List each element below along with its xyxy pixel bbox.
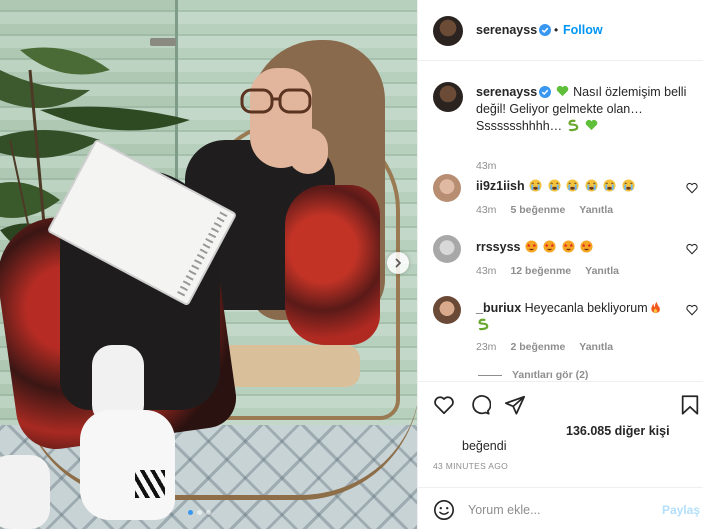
avatar[interactable] <box>433 82 463 112</box>
reply-button[interactable]: Yanıtla <box>579 341 613 353</box>
carousel-dot <box>197 510 202 515</box>
hand <box>288 128 328 174</box>
comment-time: 43m <box>476 265 497 277</box>
comment-meta: 43m 12 beğenme Yanıtla <box>476 265 619 277</box>
avatar[interactable] <box>433 235 461 263</box>
comment-text: _buriux Heyecanla bekliyorum <box>476 300 666 334</box>
separator: • <box>554 23 559 37</box>
carousel-dots <box>188 510 211 515</box>
instagram-post-modal: serenayss • Follow serenayss Nasıl özlem… <box>0 0 703 529</box>
avatar[interactable] <box>433 296 461 324</box>
white-sneaker-left <box>0 455 50 529</box>
carousel-dot-active <box>188 510 193 515</box>
comment-likes[interactable]: 5 beğenme <box>510 204 565 216</box>
comment-username[interactable]: rrssyss <box>476 240 521 254</box>
heart-icon[interactable] <box>686 182 698 194</box>
green-heart-icon <box>556 85 568 97</box>
comments-list[interactable]: serenayss Nasıl özlemişim belli değil! G… <box>418 62 703 380</box>
verified-badge-icon <box>539 86 552 98</box>
verified-badge-icon <box>539 24 552 36</box>
caption-time: 43m <box>476 160 497 172</box>
heart-icon[interactable] <box>686 243 698 255</box>
post-timestamp[interactable]: 43 MINUTES AGO <box>433 461 508 471</box>
star-struck-face-icon <box>580 240 593 253</box>
star-struck-face-icon <box>525 240 538 253</box>
comment-likes[interactable]: 12 beğenme <box>510 265 571 277</box>
comment-time: 23m <box>476 341 497 353</box>
comment-username[interactable]: ii9z1iish <box>476 179 525 193</box>
avatar[interactable] <box>433 16 463 46</box>
comment-body: Heyecanla bekliyorum <box>524 301 648 315</box>
snake-emoji-icon <box>568 119 578 132</box>
crying-face-icon <box>622 179 635 192</box>
view-replies-label[interactable]: Yanıtları gör (2) <box>512 369 588 380</box>
follow-button[interactable]: Follow <box>563 23 603 37</box>
crying-face-icon <box>585 179 598 192</box>
comment-likes[interactable]: 2 beğenme <box>510 341 565 353</box>
crying-face-icon <box>548 179 561 192</box>
comment-item: _buriux Heyecanla bekliyorum 23m 2 beğen… <box>433 296 698 358</box>
comment-item: ii9z1iish 43m 5 beğenme Yanıtla <box>433 174 698 236</box>
replies-divider <box>478 374 502 376</box>
comment-meta: 23m 2 beğenme Yanıtla <box>476 341 613 353</box>
crying-face-icon <box>529 179 542 192</box>
post-actions: 136.085 diğer kişi beğendi 43 MINUTES AG… <box>418 381 703 529</box>
glasses <box>240 88 312 114</box>
green-heart-icon <box>585 119 598 131</box>
caption-username[interactable]: serenayss <box>476 85 537 99</box>
smiley-icon[interactable] <box>433 499 455 521</box>
comment-text: ii9z1iish <box>476 178 666 195</box>
white-sneaker <box>80 410 175 520</box>
post-photo[interactable] <box>0 0 417 529</box>
view-replies-button[interactable]: Yanıtları gör (2) <box>478 369 588 380</box>
crying-face-icon <box>603 179 616 192</box>
avatar[interactable] <box>433 174 461 202</box>
comment-time: 43m <box>476 204 497 216</box>
post-comment-button[interactable]: Paylaş <box>662 503 700 517</box>
chevron-right-icon <box>395 258 402 268</box>
star-struck-face-icon <box>543 240 557 253</box>
carousel-next-button[interactable] <box>387 252 409 274</box>
liked-label: beğendi <box>462 439 507 453</box>
share-icon[interactable] <box>504 394 526 416</box>
red-patterned-sleeve <box>285 185 380 345</box>
comment-text: rrssyss <box>476 239 666 256</box>
add-comment-bar: Paylaş <box>418 487 703 530</box>
heart-icon[interactable] <box>686 304 698 316</box>
bookmark-icon[interactable] <box>679 394 701 416</box>
carousel-dot <box>206 510 211 515</box>
post-header: serenayss • Follow <box>418 0 703 61</box>
caption-text: serenayss Nasıl özlemişim belli değil! G… <box>476 84 696 135</box>
comment-icon[interactable] <box>469 394 491 416</box>
post-side-panel: serenayss • Follow serenayss Nasıl özlem… <box>417 0 703 529</box>
likes-count[interactable]: 136.085 diğer kişi <box>566 424 670 438</box>
reply-button[interactable]: Yanıtla <box>579 204 613 216</box>
fire-icon <box>650 301 660 314</box>
snake-emoji-icon <box>478 318 489 331</box>
sneaker-stripes <box>135 470 165 498</box>
comment-meta: 43m 5 beğenme Yanıtla <box>476 204 613 216</box>
crying-face-icon <box>566 179 579 192</box>
star-struck-face-icon <box>562 240 575 253</box>
author-username[interactable]: serenayss <box>476 23 552 37</box>
comment-item: rrssyss 43m 12 beğenme Yanıtla <box>433 235 698 297</box>
comment-username[interactable]: _buriux <box>476 301 521 315</box>
reply-button[interactable]: Yanıtla <box>585 265 619 277</box>
comment-input[interactable] <box>468 500 648 520</box>
heart-icon[interactable] <box>433 394 455 416</box>
